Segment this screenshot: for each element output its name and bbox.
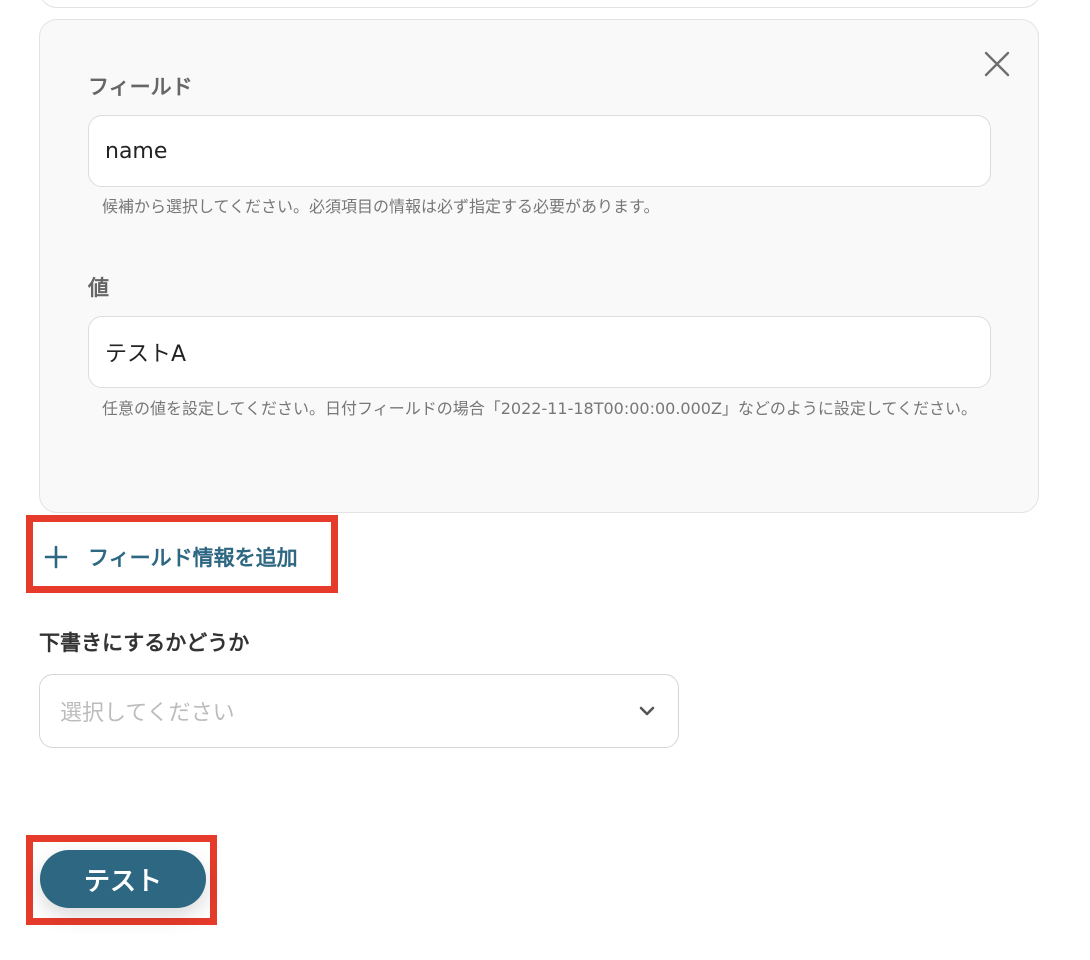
page: フィールド name 候補から選択してください。必須項目の情報は必ず指定する必要…	[0, 0, 1090, 960]
value-input[interactable]: テストA	[88, 316, 991, 388]
chevron-down-icon	[639, 706, 655, 716]
draft-label: 下書きにするかどうか	[39, 631, 250, 655]
value-help-text: 任意の値を設定してください。日付フィールドの場合「2022-11-18T00:0…	[102, 399, 977, 418]
plus-icon	[44, 545, 68, 569]
field-input-value: name	[105, 138, 168, 164]
add-field-button[interactable]: フィールド情報を追加	[44, 539, 298, 575]
close-button[interactable]	[978, 45, 1016, 83]
field-help-text: 候補から選択してください。必須項目の情報は必ず指定する必要があります。	[102, 197, 660, 216]
close-icon	[984, 51, 1010, 77]
previous-card-edge	[39, 0, 1041, 8]
draft-select[interactable]: 選択してください	[39, 674, 679, 748]
test-button[interactable]: テスト	[40, 850, 206, 908]
add-field-label: フィールド情報を追加	[88, 546, 298, 570]
field-label: フィールド	[88, 75, 193, 99]
field-input[interactable]: name	[88, 115, 991, 187]
value-input-value: テストA	[105, 342, 187, 367]
value-label: 値	[88, 276, 109, 300]
draft-select-placeholder: 選択してください	[60, 701, 235, 726]
